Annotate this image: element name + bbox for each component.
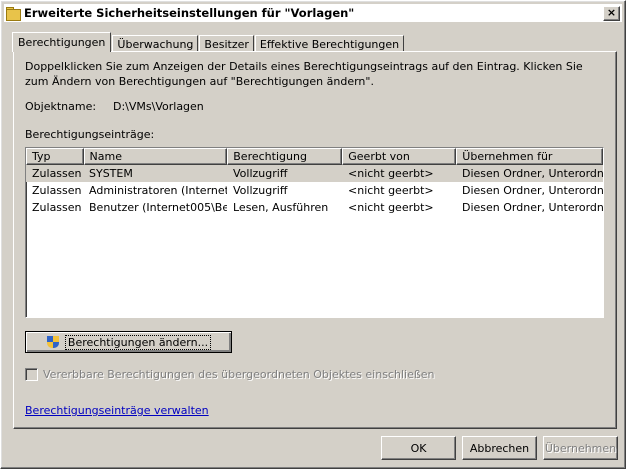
tab-berechtigungen[interactable]: Berechtigungen	[12, 32, 112, 52]
cell-uebernehmen-fuer: Diesen Ordner, Unterordn...	[462, 184, 603, 197]
window-title: Erweiterte Sicherheitseinstellungen für …	[24, 6, 355, 20]
manage-entries-link[interactable]: Berechtigungseinträge verwalten	[25, 404, 209, 417]
tab-strip: Berechtigungen Überwachung Besitzer Effe…	[12, 32, 405, 52]
change-permissions-button[interactable]: Berechtigungen ändern...	[25, 331, 232, 353]
cell-uebernehmen-fuer: Diesen Ordner, Unterordn...	[462, 201, 603, 214]
cancel-button[interactable]: Abbrechen	[462, 436, 537, 460]
table-row[interactable]: Zulassen Benutzer (Internet005\Be... Les…	[26, 199, 603, 216]
inherit-permissions-option[interactable]: Vererbbare Berechtigungen des übergeordn…	[25, 368, 435, 381]
cell-berechtigung: Vollzugriff	[233, 167, 288, 180]
close-button[interactable]: ×	[603, 6, 620, 21]
cell-geerbt-von: <nicht geerbt>	[348, 167, 434, 180]
object-name-row: Objektname: D:\VMs\Vorlagen	[25, 100, 204, 113]
inherit-permissions-label: Vererbbare Berechtigungen des übergeordn…	[43, 368, 435, 381]
tab-ueberwachung[interactable]: Überwachung	[112, 35, 199, 52]
cell-berechtigung: Vollzugriff	[233, 184, 288, 197]
change-permissions-label: Berechtigungen ändern...	[64, 334, 212, 350]
tab-besitzer[interactable]: Besitzer	[199, 35, 254, 52]
column-header-berechtigung[interactable]: Berechtigung	[227, 148, 343, 165]
column-header-name[interactable]: Name	[83, 148, 228, 165]
column-header-geerbt-von[interactable]: Geerbt von	[342, 148, 457, 165]
permission-entries-list[interactable]: Typ Name Berechtigung Geerbt von Überneh…	[25, 147, 604, 318]
description-text: Doppelklicken Sie zum Anzeigen der Detai…	[25, 60, 583, 88]
cell-geerbt-von: <nicht geerbt>	[348, 184, 434, 197]
tab-effektive-berechtigungen[interactable]: Effektive Berechtigungen	[254, 35, 405, 52]
list-header: Typ Name Berechtigung Geerbt von Überneh…	[26, 148, 603, 165]
column-header-uebernehmen-fuer[interactable]: Übernehmen für	[456, 148, 603, 165]
cell-typ: Zulassen	[32, 184, 82, 197]
cell-name: Administratoren (Internet0...	[89, 184, 227, 197]
cell-name: SYSTEM	[89, 167, 133, 180]
cell-typ: Zulassen	[32, 167, 82, 180]
uac-shield-icon	[46, 335, 61, 350]
cell-geerbt-von: <nicht geerbt>	[348, 201, 434, 214]
security-dialog: Erweiterte Sicherheitseinstellungen für …	[0, 0, 626, 469]
object-name-label: Objektname:	[25, 100, 97, 113]
entries-label: Berechtigungseinträge:	[25, 128, 155, 141]
ok-button[interactable]: OK	[381, 436, 456, 460]
object-name-value: D:\VMs\Vorlagen	[113, 100, 204, 113]
folder-icon	[6, 7, 21, 21]
table-row[interactable]: Zulassen Administratoren (Internet0... V…	[26, 182, 603, 199]
title-bar[interactable]: Erweiterte Sicherheitseinstellungen für …	[4, 4, 622, 22]
table-row[interactable]: Zulassen SYSTEM Vollzugriff <nicht geerb…	[26, 165, 603, 182]
tab-panel-berechtigungen: Doppelklicken Sie zum Anzeigen der Detai…	[13, 51, 617, 429]
cell-berechtigung: Lesen, Ausführen	[233, 201, 329, 214]
cell-uebernehmen-fuer: Diesen Ordner, Unterordn...	[462, 167, 603, 180]
apply-button[interactable]: Übernehmen	[543, 436, 618, 460]
cell-typ: Zulassen	[32, 201, 82, 214]
inherit-permissions-checkbox[interactable]	[25, 368, 38, 381]
cell-name: Benutzer (Internet005\Be...	[89, 201, 227, 214]
column-header-typ[interactable]: Typ	[26, 148, 84, 165]
